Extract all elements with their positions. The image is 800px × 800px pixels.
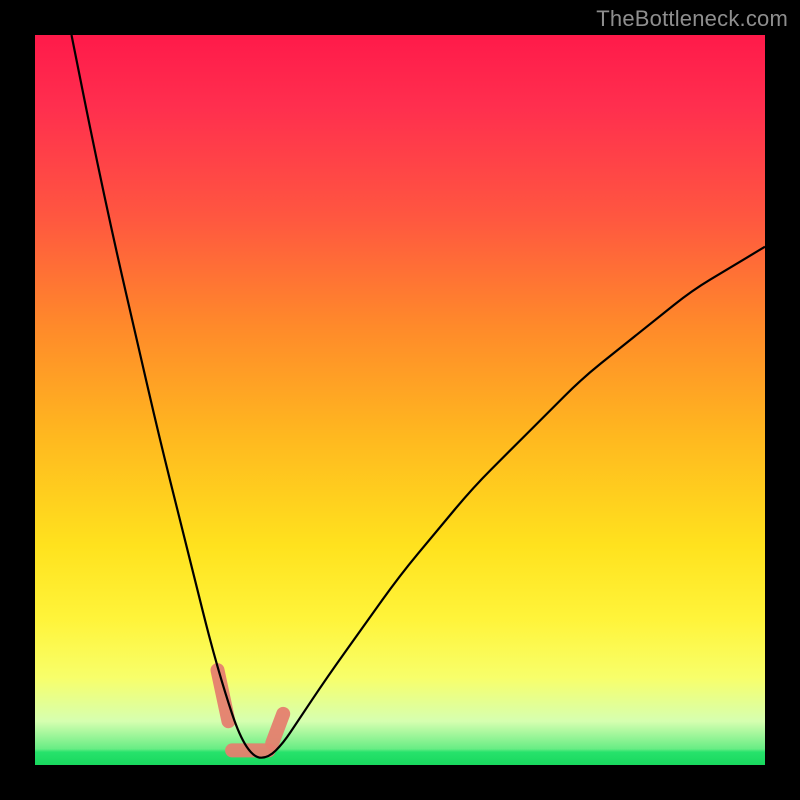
curve-svg-layer <box>35 35 765 765</box>
highlight-group <box>218 670 284 750</box>
watermark-text: TheBottleneck.com <box>596 6 788 32</box>
chart-frame: TheBottleneck.com <box>0 0 800 800</box>
highlight-segment <box>272 714 283 743</box>
curve-path <box>72 35 766 758</box>
plot-area <box>35 35 765 765</box>
